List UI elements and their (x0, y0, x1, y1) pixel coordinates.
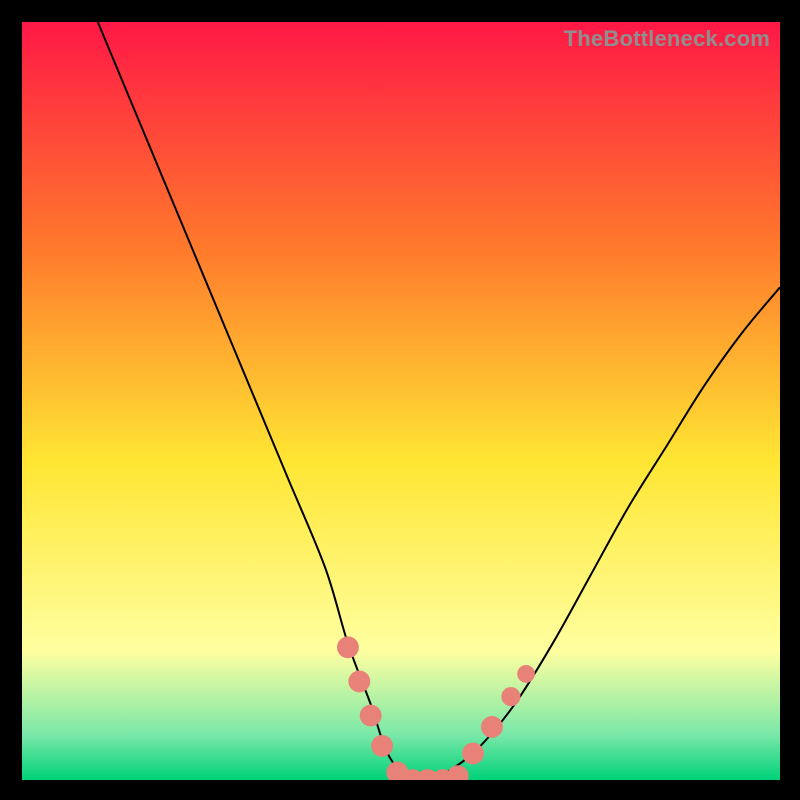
gradient-background (22, 22, 780, 780)
curve-marker (337, 636, 359, 658)
curve-marker (462, 743, 484, 765)
curve-marker (481, 716, 503, 738)
curve-marker (371, 735, 393, 757)
chart-frame: { "watermark": "TheBottleneck.com", "col… (0, 0, 800, 800)
plot-area: TheBottleneck.com (22, 22, 780, 780)
curve-marker (348, 671, 370, 693)
curve-marker (360, 705, 382, 727)
watermark-text: TheBottleneck.com (564, 26, 770, 52)
chart-svg (22, 22, 780, 780)
curve-marker (517, 665, 535, 683)
curve-marker (501, 687, 520, 706)
